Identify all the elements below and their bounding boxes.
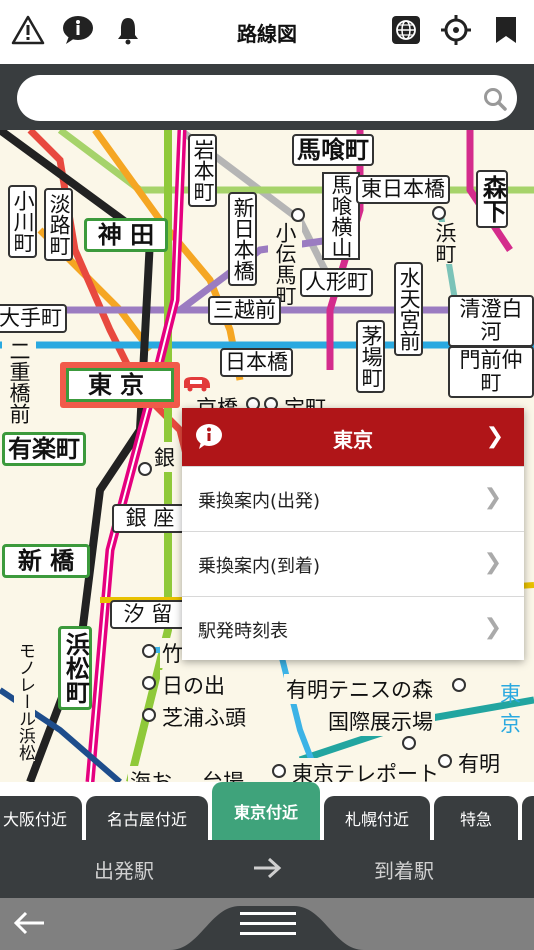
app-header: 路線図 [0, 0, 534, 64]
menu-item-label: 乗換案内(到着) [198, 556, 321, 577]
arrow-right-icon [252, 856, 282, 880]
region-tabs: 大阪付近 名古屋付近 東京付近 札幌付近 特急 [0, 782, 534, 840]
station-ogawamachi[interactable]: 小川町 [8, 185, 38, 258]
timetable-item[interactable]: 駅発時刻表 ❯ [182, 596, 524, 661]
station-ginza-partial[interactable]: 銀 [152, 442, 177, 472]
station-higashinihonbashi[interactable]: 東日本橋 [356, 175, 450, 205]
popup-header[interactable]: 東京 ❯ [182, 408, 524, 466]
search-icon[interactable] [482, 86, 508, 112]
transfer-departure-item[interactable]: 乗換案内(出発) ❯ [182, 466, 524, 531]
bottom-nav [0, 898, 534, 950]
arrival-station-button[interactable]: 到着駅 [374, 855, 434, 884]
station-kayabacho[interactable]: 茅場町 [356, 320, 386, 393]
back-arrow-icon[interactable] [12, 910, 46, 936]
station-ningyocho[interactable]: 人形町 [300, 268, 373, 298]
station-hamamatsucho[interactable]: 浜松町 [58, 626, 93, 710]
station-shibaurafuto[interactable]: 芝浦ふ頭 [160, 702, 248, 732]
chevron-right-icon: ❯ [483, 485, 502, 510]
station-hinode[interactable]: 日の出 [160, 670, 227, 700]
station-dot [402, 736, 416, 750]
station-dot [291, 208, 305, 222]
station-dot [142, 676, 156, 690]
station-ariake[interactable]: 有明 [456, 748, 502, 778]
station-dot [272, 764, 286, 778]
station-dot [142, 644, 156, 658]
chevron-right-icon: ❯ [483, 615, 502, 640]
search-bar [0, 64, 534, 130]
station-dot [452, 678, 466, 692]
globe-icon[interactable] [388, 12, 424, 48]
station-daiba[interactable]: 台場 [200, 766, 246, 782]
station-tokyo-partial: 東京 [500, 682, 521, 736]
tab-tokyo[interactable]: 東京付近 [212, 782, 320, 840]
station-ginza[interactable]: 銀 座 [112, 504, 188, 534]
station-hamacho[interactable]: 浜町 [428, 222, 462, 264]
tab-osaka[interactable]: 大阪付近 [0, 796, 82, 840]
station-bakurocho[interactable]: 馬喰町 [292, 134, 374, 167]
chevron-right-icon: ❯ [483, 550, 502, 575]
station-mitsukoshimae[interactable]: 三越前 [208, 296, 281, 326]
station-dot [142, 708, 156, 722]
station-tokyo[interactable]: 東京 [60, 362, 180, 408]
departure-station-button[interactable]: 出発駅 [94, 855, 154, 884]
crosshair-icon[interactable] [438, 12, 474, 48]
menu-item-label: 乗換案内(出発) [198, 491, 321, 512]
station-otemachi[interactable]: 大手町 [0, 304, 67, 334]
station-morishita[interactable]: 森下 [476, 170, 509, 228]
station-nihonbashi[interactable]: 日本橋 [220, 348, 293, 378]
station-ariake-tennis[interactable]: 有明テニスの森 [284, 674, 435, 704]
station-shinbashi[interactable]: 新 橋 [2, 544, 90, 579]
route-search-bar: 出発駅 到着駅 [0, 840, 534, 898]
station-monorail[interactable]: モノレール浜松 [14, 642, 35, 761]
station-suitengumae[interactable]: 水天宮前 [394, 262, 424, 356]
station-popup: 東京 ❯ 乗換案内(出発) ❯ 乗換案内(到着) ❯ 駅発時刻表 ❯ [182, 408, 524, 660]
menu-item-label: 駅発時刻表 [198, 621, 288, 642]
station-kiyosumi[interactable]: 清澄白河 [448, 295, 534, 348]
bookmark-icon[interactable] [488, 12, 524, 48]
station-dot [432, 206, 446, 220]
station-kodenmacho[interactable]: 小伝馬町 [268, 222, 302, 306]
tab-more[interactable] [522, 796, 534, 840]
transfer-arrival-item[interactable]: 乗換案内(到着) ❯ [182, 531, 524, 596]
station-dot [438, 754, 452, 768]
station-yurakucho[interactable]: 有楽町 [2, 432, 86, 467]
station-nijubashimae[interactable]: 二重橋前 [2, 340, 36, 424]
tab-sapporo[interactable]: 札幌付近 [324, 796, 430, 840]
chevron-right-icon: ❯ [485, 424, 504, 449]
station-teleport[interactable]: 東京テレポート [290, 758, 441, 782]
search-input[interactable] [17, 75, 517, 121]
station-shinnihonbashi[interactable]: 新日本橋 [228, 192, 258, 286]
tab-limited-express[interactable]: 特急 [434, 796, 518, 840]
tab-nagoya[interactable]: 名古屋付近 [86, 796, 208, 840]
popup-station-name: 東京 [333, 428, 373, 452]
station-monzen[interactable]: 門前仲町 [448, 346, 534, 399]
station-dot [138, 462, 152, 476]
station-kanda[interactable]: 神 田 [84, 218, 168, 253]
station-awajicho[interactable]: 淡路町 [44, 188, 74, 261]
station-kaihin[interactable]: 海お [128, 766, 174, 782]
station-iwamotocho[interactable]: 岩本町 [188, 134, 218, 207]
station-bakuroyokoyama[interactable]: 馬喰横山 [322, 172, 360, 260]
station-shiodome[interactable]: 汐 留 [110, 600, 186, 630]
station-kokusai[interactable]: 国際展示場 [326, 706, 435, 736]
hamburger-menu-icon[interactable] [240, 910, 296, 938]
